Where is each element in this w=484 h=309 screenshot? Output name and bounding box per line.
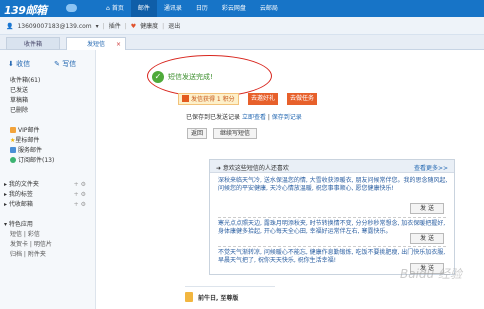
mail-cloud-icon [66,4,77,12]
subscription-icon [10,157,16,163]
sidebar-item-label: 星标邮件 [15,137,40,144]
apps-row[interactable]: 短信 | 彩信 [4,230,52,240]
apps-title[interactable]: ▾ 特色应用 [4,220,52,230]
close-icon[interactable]: × [116,38,121,51]
saved-notice: 已保存到已发送记录 立即查看 | 保存到记录 [186,114,302,121]
back-button[interactable]: 返回 [187,128,207,139]
calendar-icon [185,292,193,302]
panel-title: ➜ 意欢这些短信的人还喜欢 [216,165,289,172]
write-button[interactable]: ✎ 写信 [54,60,88,68]
points-badge[interactable]: 发信获得 1 积分 [178,93,239,105]
sidebar-group-external-mail[interactable]: ▸ 代收邮箱 + ⚙ [4,200,92,210]
sidebar-item-label: VIP邮件 [18,127,40,134]
health-icon: ♥ [130,23,137,30]
nav-item-calendar[interactable]: 日历 [189,0,215,17]
sidebar-item-deleted[interactable]: 已删除 [10,106,54,116]
sidebar-item-starred[interactable]: ★星标邮件 [10,136,54,146]
sidebar-item-label: 订阅邮件(13) [18,157,55,164]
points-label: 发信获得 1 积分 [191,96,235,103]
group-tools[interactable]: + ⚙ [74,190,86,200]
sidebar-item-vip[interactable]: VIP邮件 [10,126,54,136]
apps-row[interactable]: 发贺卡 | 明信片 [4,240,52,250]
check-icon: ✓ [152,71,164,83]
watermark: Baidu 经验 [400,267,462,281]
send-button[interactable]: 发 送 [410,203,444,214]
receive-label: 收信 [16,60,31,68]
plugin-link[interactable]: 插件 [109,23,121,30]
featured-apps: ▾ 特色应用 短信 | 彩信 发贺卡 | 明信片 归档 | 附件夹 [4,220,52,260]
group-label: 代收邮箱 [8,201,33,208]
sidebar-item-service[interactable]: 服务邮件 [10,146,54,156]
more-link[interactable]: 查看更多>> [414,163,448,172]
nav-item-cloud-post[interactable]: 云邮局 [253,0,285,17]
group-tools[interactable]: + ⚙ [74,200,86,210]
account-info: 👤 13609007183@139.com ▾ | 插件 | ♥ 健康度 | 退出 [6,21,184,30]
tab-bar: 收件箱 发短信 × [0,35,484,50]
invite-button[interactable]: 去邀好礼 [248,93,279,105]
sidebar-item-inbox[interactable]: 收件箱(61) [10,76,54,86]
continue-sms-button[interactable]: 继续写短信 [213,128,257,139]
apps-row[interactable]: 归档 | 附件夹 [4,250,52,260]
nav-item-home[interactable]: ⌂ 首页 [99,0,131,17]
sidebar-item-sent[interactable]: 已发送 [10,86,54,96]
saved-text: 已保存到已发送记录 [186,114,241,121]
sidebar-group-my-tags[interactable]: ▸ 我的标签 + ⚙ [4,190,92,200]
top-bar: 139邮箱 ⌂ 首页 邮件 通讯录 日历 彩云网盘 云邮局 [0,0,484,17]
send-button[interactable]: 发 送 [410,233,444,244]
tab-label: 发短信 [86,41,105,48]
nav-item-label: 首页 [111,5,124,12]
vip-icon [10,127,16,133]
quick-actions: ⬇ 收信 ✎ 写信 [8,59,100,69]
receive-button[interactable]: ⬇ 收信 [8,60,42,68]
suggestions-panel: ➜ 意欢这些短信的人还喜欢 查看更多>> 深秋来临天气冷, 送水保温您的情, 大… [209,159,455,275]
group-label: 我的标签 [8,191,33,198]
sidebar-item-drafts[interactable]: 草稿箱 [10,96,54,106]
group-tools[interactable]: + ⚙ [74,180,86,190]
bottom-title[interactable]: 前牛日, 至尊版 [198,293,238,302]
apps-title-label: 特色应用 [8,221,33,228]
account-bar: 👤 13609007183@139.com ▾ | 插件 | ♥ 健康度 | 退出 [0,17,484,35]
sidebar: ⬇ 收信 ✎ 写信 收件箱(61) 已发送 草稿箱 已删除 VIP邮件 ★星标邮件… [0,50,96,309]
folder-list: 收件箱(61) 已发送 草稿箱 已删除 VIP邮件 ★星标邮件 服务邮件 订阅邮… [10,76,54,166]
divider [218,246,446,247]
write-label: 写信 [62,60,77,68]
divider: | [162,23,165,30]
save-to-record-link[interactable]: 保存到记录 [272,114,302,121]
divider [218,217,446,218]
sidebar-item-subscriptions[interactable]: 订阅邮件(13) [10,156,54,166]
dropdown-icon[interactable]: ▾ [96,23,99,30]
logo[interactable]: 139邮箱 [4,2,47,18]
divider: | [102,23,105,30]
tab-send-sms[interactable]: 发短信 × [66,37,126,50]
view-now-link[interactable]: 立即查看 [242,114,266,121]
nav-item-cloud-drive[interactable]: 彩云网盘 [215,0,253,17]
sidebar-item-label: 服务邮件 [18,147,43,154]
success-message: 短信发送完成! [168,73,213,81]
tab-inbox[interactable]: 收件箱 [6,37,60,50]
suggestion-text: 深秋来临天气冷, 送水保温您的情, 大雪收获添暖衣, 朋友问候常伴您。我的思念随… [218,177,448,192]
health-link[interactable]: 健康度 [140,23,158,30]
task-button[interactable]: 去做任务 [287,93,318,105]
service-icon [10,147,16,153]
home-icon: ⌂ [106,5,110,12]
sidebar-group-my-folders[interactable]: ▸ 我的文件夹 + ⚙ [4,180,92,190]
nav-item-mail[interactable]: 邮件 [130,0,157,17]
account-email[interactable]: 13609007183@139.com [17,23,91,30]
nav-item-contacts[interactable]: 通讯录 [157,0,189,17]
divider: | [124,23,127,30]
user-icon: 👤 [6,23,14,30]
logout-link[interactable]: 退出 [168,23,180,30]
group-label: 我的文件夹 [8,181,39,188]
panel-header: ➜ 意欢这些短信的人还喜欢 查看更多>> [210,160,454,173]
gift-icon [182,95,189,102]
main-nav: ⌂ 首页 邮件 通讯录 日历 彩云网盘 云邮局 [99,0,285,17]
